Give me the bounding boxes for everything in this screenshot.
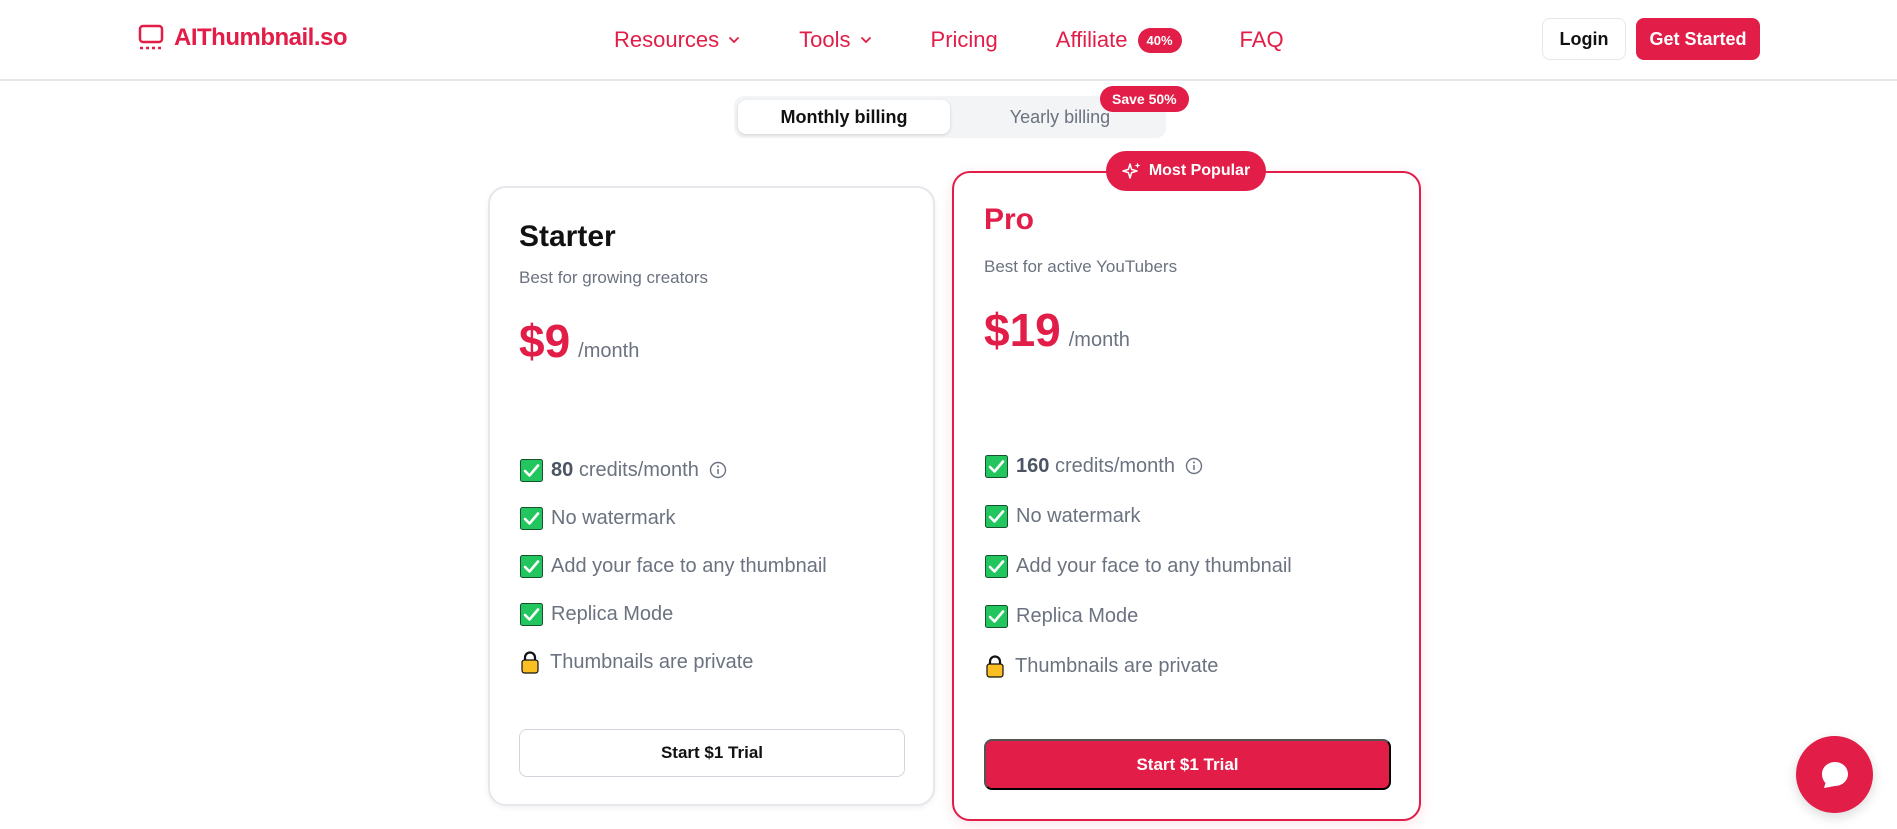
site-header: AIThumbnail.so Resources Tools Pricing A…	[0, 0, 1897, 81]
info-icon[interactable]	[1185, 457, 1203, 475]
feature-text: Add your face to any thumbnail	[551, 554, 827, 577]
check-box-icon	[985, 504, 1008, 528]
brand-logo[interactable]: AIThumbnail.so	[138, 24, 348, 52]
chat-widget-button[interactable]	[1796, 736, 1873, 813]
most-popular-label: Most Popular	[1148, 162, 1251, 179]
nav-affiliate-label: Affiliate	[1055, 27, 1128, 52]
price-period: /month	[578, 340, 640, 362]
check-box-icon	[985, 554, 1008, 578]
plan-name: Pro	[984, 203, 1035, 236]
feature-private: Thumbnails are private	[985, 648, 1292, 684]
sparkles-icon	[1122, 162, 1141, 179]
feature-text: 80 credits/month	[551, 459, 699, 482]
feature-private: Thumbnails are private	[520, 644, 827, 680]
starter-plan-card: Starter Best for growing creators $9 /mo…	[488, 186, 935, 806]
nav-resources-label: Resources	[614, 27, 720, 52]
chat-bubble-icon	[1821, 761, 1848, 788]
price-period: /month	[1068, 329, 1130, 351]
affiliate-badge: 40%	[1137, 27, 1182, 53]
login-button[interactable]: Login	[1542, 18, 1626, 60]
check-box-icon	[520, 554, 543, 578]
feature-item: No watermark	[985, 498, 1292, 534]
feature-item: Add your face to any thumbnail	[985, 548, 1292, 584]
plan-description: Best for growing creators	[519, 268, 708, 287]
feature-credits: 80 credits/month	[520, 452, 827, 488]
credits-label: credits/month	[1054, 454, 1175, 477]
nav-tools[interactable]: Tools	[799, 27, 872, 53]
feature-text: Thumbnails are private	[550, 650, 754, 673]
plan-name: Starter	[519, 220, 616, 253]
main-nav: Resources Tools Pricing Affiliate 40% FA…	[614, 22, 1284, 58]
price-amount: $19	[984, 304, 1061, 356]
feature-text: Thumbnails are private	[1015, 654, 1219, 677]
credits-count: 160	[1016, 454, 1050, 477]
check-box-icon	[520, 602, 543, 626]
nav-faq-label: FAQ	[1239, 27, 1284, 52]
feature-list: 80 credits/month No watermark Add your f…	[520, 452, 827, 680]
chevron-down-icon	[860, 37, 871, 44]
monitor-icon	[138, 24, 164, 50]
feature-text: Replica Mode	[1016, 604, 1139, 627]
brand-name: AIThumbnail.so	[174, 24, 348, 51]
pro-trial-button[interactable]: Start $1 Trial	[984, 739, 1391, 790]
feature-list: 160 credits/month No watermark Add your …	[985, 448, 1292, 684]
nav-faq[interactable]: FAQ	[1240, 27, 1284, 53]
check-box-icon	[985, 604, 1008, 628]
feature-text: 160 credits/month	[1016, 455, 1175, 478]
save-badge: Save 50%	[1100, 86, 1189, 112]
chevron-down-icon	[729, 37, 740, 44]
feature-text: Replica Mode	[551, 602, 674, 625]
feature-text: Add your face to any thumbnail	[1016, 554, 1292, 577]
feature-item: Replica Mode	[520, 596, 827, 632]
most-popular-badge: Most Popular	[1106, 151, 1266, 191]
starter-trial-button[interactable]: Start $1 Trial	[519, 729, 905, 777]
feature-item: No watermark	[520, 500, 827, 536]
nav-resources[interactable]: Resources	[614, 27, 741, 53]
feature-item: Add your face to any thumbnail	[520, 548, 827, 584]
nav-tools-label: Tools	[799, 27, 851, 52]
get-started-button[interactable]: Get Started	[1636, 18, 1760, 60]
plan-price: $19 /month	[984, 303, 1130, 357]
check-box-icon	[520, 506, 543, 530]
feature-text: No watermark	[551, 506, 676, 529]
feature-item: Replica Mode	[985, 598, 1292, 634]
nav-affiliate[interactable]: Affiliate 40%	[1056, 27, 1182, 53]
plan-price: $9 /month	[519, 314, 639, 368]
monthly-billing-option[interactable]: Monthly billing	[738, 100, 950, 134]
plan-description: Best for active YouTubers	[984, 257, 1178, 276]
check-box-icon	[985, 454, 1008, 478]
credits-count: 80	[551, 458, 574, 481]
feature-text: No watermark	[1016, 504, 1141, 527]
lock-icon	[521, 651, 539, 674]
price-amount: $9	[519, 315, 571, 367]
credits-label: credits/month	[578, 458, 699, 481]
lock-icon	[986, 655, 1004, 678]
check-box-icon	[520, 458, 543, 482]
feature-credits: 160 credits/month	[985, 448, 1292, 484]
info-icon[interactable]	[709, 461, 727, 479]
nav-pricing-label: Pricing	[930, 27, 998, 52]
nav-pricing[interactable]: Pricing	[931, 27, 998, 53]
pro-plan-card: Pro Best for active YouTubers $19 /month…	[952, 171, 1421, 821]
